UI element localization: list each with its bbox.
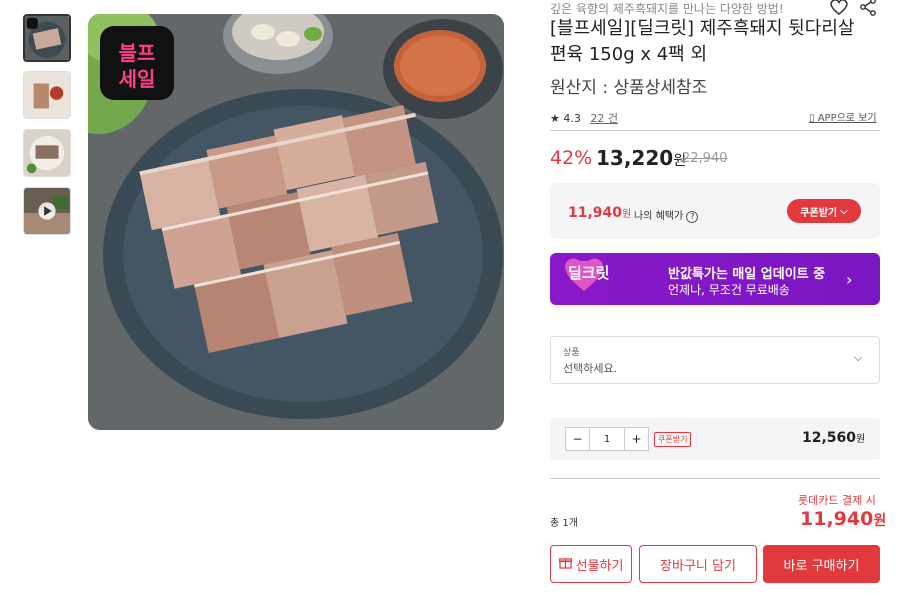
banner-headline: 반값특가는 매일 업데이트 중 — [668, 267, 826, 282]
line-price-value: 12,560 — [802, 430, 857, 446]
benefit-price-currency: 원 — [622, 209, 632, 220]
share-icon[interactable] — [859, 0, 877, 16]
chevron-right-icon: › — [846, 270, 853, 289]
card-payment-note: 롯데카드 결제 시 — [798, 494, 876, 507]
line-price-currency: 원 — [856, 434, 866, 445]
sale-badge-line1: 블프 — [119, 41, 156, 65]
thumbnail-2[interactable] — [23, 71, 71, 119]
gift-button[interactable]: 선물하기 — [550, 545, 632, 583]
discount-rate: 42% — [550, 147, 593, 169]
thumbnail-4-video[interactable] — [23, 187, 71, 235]
sale-price: 13,220원 — [596, 146, 686, 170]
gift-icon — [558, 556, 572, 573]
rating-value: 4.3 — [563, 112, 581, 125]
quantity-value[interactable]: 1 — [589, 428, 625, 450]
heart-icon[interactable] — [829, 0, 849, 16]
sale-price-value: 13,220 — [596, 146, 674, 170]
thumbnail-1[interactable] — [23, 14, 71, 62]
benefit-label: 나의 혜택가 ? — [634, 207, 699, 223]
total-price-currency: 원 — [873, 513, 887, 529]
banner-subline: 언제나, 무조건 무료배송 — [668, 283, 790, 297]
chevron-down-icon: ⌵ — [840, 205, 848, 217]
app-view-link[interactable]: ▯ APP으로 보기 — [809, 109, 877, 124]
line-price: 12,560원 — [802, 430, 865, 446]
product-subtitle: 깊은 육향의 제주흑돼지를 만나는 다양한 방법! — [550, 2, 784, 16]
total-price: 11,940원 — [800, 508, 886, 530]
quantity-coupon-tag[interactable]: 쿠폰받기 — [654, 432, 692, 447]
quantity-minus-button[interactable]: − — [566, 428, 589, 450]
coupon-button[interactable]: 쿠폰받기 ⌵ — [787, 199, 861, 223]
quantity-plus-button[interactable]: + — [625, 428, 648, 450]
original-price: 22,940 — [682, 151, 728, 166]
app-view-label: APP으로 보기 — [817, 113, 877, 124]
main-product-image: 블프 세일 — [88, 14, 504, 430]
thumbnail-3[interactable] — [23, 129, 71, 177]
cart-button[interactable]: 장바구니 담기 — [639, 545, 757, 583]
quantity-stepper: − 1 + — [565, 427, 649, 451]
option-select-value: 선택하세요. — [563, 362, 618, 375]
coupon-button-label: 쿠폰받기 — [800, 207, 838, 219]
sale-badge-line2: 세일 — [119, 67, 156, 91]
rating: ★ 4.3 22 건 — [550, 110, 618, 126]
total-price-value: 11,940 — [800, 508, 874, 530]
divider — [550, 478, 880, 479]
product-title: [블프세일][딜크릿] 제주흑돼지 뒷다리살 편육 150g x 4팩 외 — [550, 18, 855, 65]
benefit-price-value: 11,940 — [568, 205, 623, 221]
product-origin: 원산지 : 상품상세참조 — [550, 78, 708, 98]
gift-button-label: 선물하기 — [575, 558, 624, 574]
chevron-down-icon: ⌵ — [854, 351, 863, 364]
buy-now-button[interactable]: 바로 구매하기 — [763, 545, 880, 583]
help-icon[interactable]: ? — [686, 211, 699, 223]
benefit-price: 11,940원 — [568, 205, 631, 221]
review-count-link[interactable]: 22 건 — [590, 112, 618, 125]
banner-logo: 딜크릿 — [568, 264, 610, 282]
total-count: 총 1개 — [550, 518, 578, 529]
benefit-label-text: 나의 혜택가 — [634, 211, 684, 222]
star-icon: ★ — [550, 112, 560, 125]
divider — [550, 130, 880, 131]
option-select-label: 상품 — [563, 348, 580, 358]
phone-icon: ▯ — [809, 113, 815, 124]
